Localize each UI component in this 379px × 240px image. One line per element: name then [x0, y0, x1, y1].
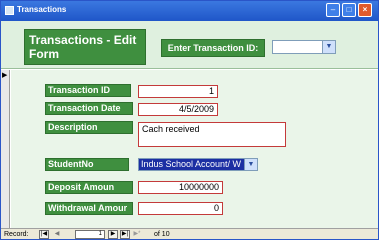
transaction-id-field[interactable]: 1: [138, 85, 218, 98]
record-label: Record:: [4, 231, 29, 238]
record-selector-icon: ▶: [2, 72, 8, 79]
withdrawal-amount-field[interactable]: 0: [138, 202, 223, 215]
dropdown-arrow-icon[interactable]: ▼: [322, 41, 335, 53]
deposit-amount-label: Deposit Amoun: [45, 181, 133, 194]
title-bar[interactable]: Transactions – □ ×: [1, 1, 378, 21]
next-record-icon[interactable]: ▶: [108, 230, 118, 239]
of-label: of: [154, 231, 160, 238]
minimize-icon[interactable]: –: [326, 3, 340, 17]
transaction-id-search-label: Enter Transaction ID:: [161, 39, 265, 57]
form-icon: [5, 6, 14, 15]
transaction-date-field[interactable]: 4/5/2009: [138, 103, 218, 116]
previous-record-icon[interactable]: ◀: [52, 230, 62, 239]
withdrawal-amount-label: Withdrawal Amour: [45, 202, 133, 215]
record-navigation-bar: Record: |◀ ◀ 1 ▶ ▶| ▶* of 10: [1, 228, 378, 239]
window-title: Transactions: [17, 5, 67, 14]
total-records: 10: [161, 231, 170, 238]
dropdown-arrow-icon[interactable]: ▼: [244, 159, 257, 170]
last-record-icon[interactable]: ▶|: [120, 230, 130, 239]
maximize-icon[interactable]: □: [342, 3, 356, 17]
close-icon[interactable]: ×: [358, 3, 372, 17]
form-title: Transactions - Edit Form: [24, 29, 146, 65]
student-no-label: StudentNo: [45, 158, 129, 171]
transaction-id-label: Transaction ID: [45, 84, 131, 97]
description-label: Description: [45, 121, 133, 134]
new-record-icon[interactable]: ▶*: [132, 230, 142, 239]
transaction-id-search-combo[interactable]: ▼: [272, 40, 336, 54]
first-record-icon[interactable]: |◀: [39, 230, 49, 239]
record-selector[interactable]: ▶: [1, 70, 10, 228]
student-no-combo[interactable]: Indus School Account/ W ▼: [138, 158, 258, 171]
transactions-window: Transactions – □ × Transactions - Edit F…: [0, 0, 379, 240]
current-record-input[interactable]: 1: [75, 230, 105, 239]
description-field[interactable]: Cach received: [138, 122, 286, 147]
transaction-date-label: Transaction Date: [45, 102, 133, 115]
deposit-amount-field[interactable]: 10000000: [138, 181, 223, 194]
record-count: of 10: [154, 230, 170, 239]
student-no-value: Indus School Account/ W: [139, 159, 245, 170]
